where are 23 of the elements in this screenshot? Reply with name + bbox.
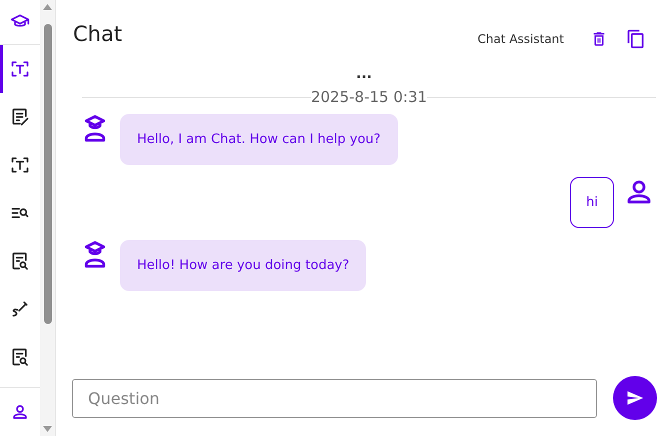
page-title: Chat [73, 22, 124, 46]
question-input[interactable]: Question [72, 378, 597, 418]
send-button[interactable] [613, 376, 657, 420]
document-search-icon [10, 251, 30, 271]
date-separator: 2025-8-15 0:31 [310, 88, 428, 106]
message-bubble: Hello! How are you doing today? [120, 240, 366, 291]
note-edit-icon [10, 107, 30, 127]
message-bubble: Hello, I am Chat. How can I help you? [120, 114, 398, 165]
scroll-down-icon[interactable] [43, 426, 52, 432]
text-scan-icon [10, 59, 30, 79]
copy-icon [626, 29, 646, 49]
text-scan-icon [10, 155, 30, 175]
document-search-icon [10, 347, 30, 367]
load-more-indicator[interactable]: ... [72, 66, 656, 82]
user-icon [11, 403, 30, 421]
send-icon [626, 389, 644, 407]
scroll-thumb[interactable] [44, 24, 52, 324]
message-bubble: hi [570, 177, 614, 228]
signature-pen-icon [10, 299, 30, 319]
scroll-up-icon[interactable] [43, 4, 52, 10]
assistant-label: Chat Assistant [477, 32, 564, 46]
copy-button[interactable] [626, 29, 646, 49]
scrollbar[interactable] [40, 0, 55, 436]
